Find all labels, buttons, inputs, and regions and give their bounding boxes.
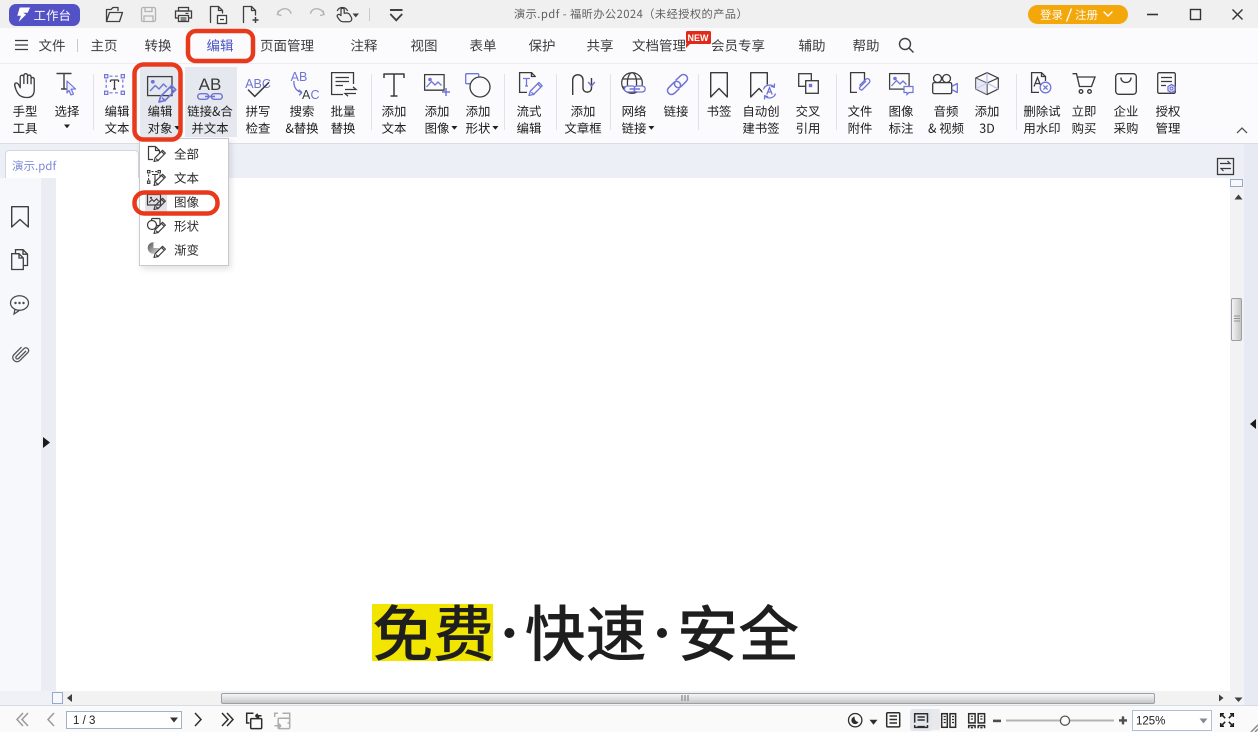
svg-text:125%: 125% [1136, 716, 1165, 728]
svg-text:AB: AB [291, 70, 308, 84]
svg-text:1 / 3: 1 / 3 [73, 715, 95, 727]
svg-text:NEW: NEW [688, 33, 710, 43]
svg-text:C: C [311, 88, 320, 102]
svg-text:AB: AB [199, 75, 222, 94]
